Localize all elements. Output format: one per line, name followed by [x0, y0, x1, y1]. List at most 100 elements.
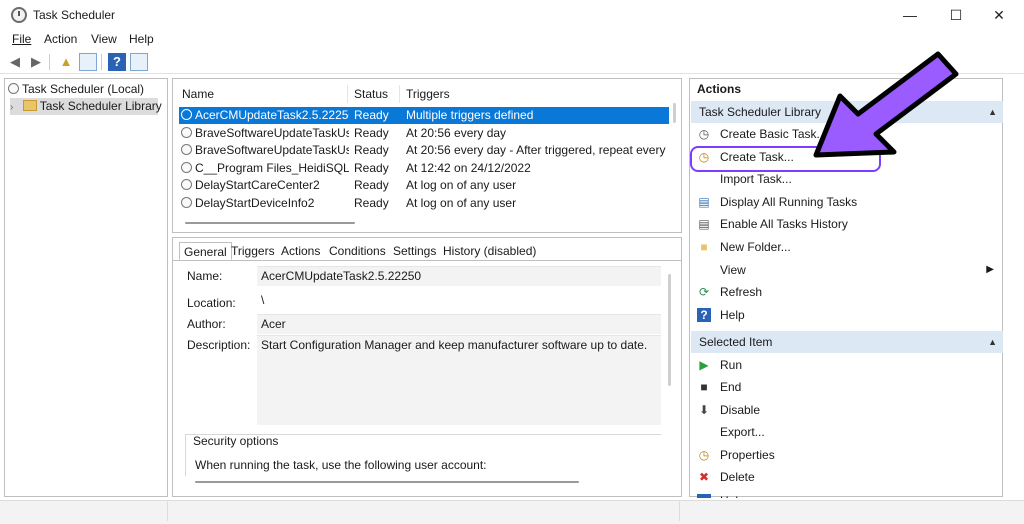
tree-item-library[interactable]: › Task Scheduler Library	[10, 98, 162, 115]
clock-icon	[8, 83, 19, 94]
description-field[interactable]: Start Configuration Manager and keep man…	[257, 335, 661, 425]
task-status: Ready	[354, 108, 389, 122]
menu-file[interactable]: File	[12, 32, 31, 46]
tab-history-disabled[interactable]: History (disabled)	[439, 242, 540, 260]
action-properties[interactable]: ◷ Properties	[690, 444, 1002, 466]
clock-app-icon	[11, 7, 27, 23]
action-display-all-running-tasks[interactable]: ▤ Display All Running Tasks	[690, 191, 1002, 213]
task-row[interactable]: BraveSoftwareUpdateTaskUs... Ready At 20:5…	[179, 142, 669, 159]
description-label: Description:	[187, 338, 251, 352]
show-hide-tree-icon[interactable]	[79, 53, 97, 71]
section-header-selected-item[interactable]: Selected Item ▲	[691, 331, 1003, 353]
task-name-cell: DelayStartCareCenter2	[181, 177, 349, 194]
clock-icon	[181, 196, 192, 208]
close-button[interactable]: ✕	[976, 0, 1022, 30]
task-name: DelayStartDeviceInfo2	[195, 195, 315, 210]
task-list: Name Status Triggers AcerCMUpdateTask2.5…	[172, 78, 682, 233]
maximize-button[interactable]: ☐	[933, 0, 979, 30]
forward-arrow-icon[interactable]: ▶	[27, 53, 45, 71]
menu-help[interactable]: Help	[129, 32, 154, 46]
action-new-folder[interactable]: ■ New Folder...	[690, 236, 1002, 258]
tab-settings[interactable]: Settings	[389, 242, 440, 260]
task-row[interactable]: DelayStartCareCenter2 Ready At log on of a…	[179, 177, 669, 194]
tree-item-root[interactable]: Task Scheduler (Local)	[8, 81, 144, 98]
task-list-horizontal-scrollbar[interactable]	[185, 222, 355, 224]
name-label: Name:	[187, 269, 223, 283]
action-help-partial[interactable]: Help	[690, 490, 1002, 498]
column-header-status[interactable]: Status	[348, 85, 400, 103]
security-options-text: When running the task, use the following…	[195, 458, 487, 472]
action-disable[interactable]: ⬇ Disable	[690, 399, 1002, 421]
menu-view[interactable]: View	[91, 32, 117, 46]
tab-triggers[interactable]: Triggers	[227, 242, 279, 260]
show-hide-action-pane-icon[interactable]	[130, 53, 148, 71]
task-status: Ready	[354, 178, 389, 192]
task-name-cell: C__Program Files_HeidiSQL_...	[181, 160, 349, 177]
task-row[interactable]: C__Program Files_HeidiSQL_... Ready At 12:…	[179, 160, 669, 177]
action-end[interactable]: ■ End	[690, 376, 1002, 398]
menu-file-label: File	[12, 32, 32, 46]
help-icon	[697, 494, 711, 498]
task-name: C__Program Files_HeidiSQL_...	[195, 160, 349, 175]
help-icon: ?	[697, 307, 711, 322]
action-view[interactable]: View ▶	[690, 259, 1002, 281]
toolbar-divider	[49, 54, 50, 70]
tab-actions[interactable]: Actions	[277, 242, 324, 260]
action-label: Refresh	[720, 285, 763, 300]
column-header-name[interactable]: Name	[176, 85, 348, 103]
task-row[interactable]: BraveSoftwareUpdateTaskUs... Ready At 20:5…	[179, 125, 669, 142]
action-label: Run	[720, 358, 743, 372]
toolbar-divider	[101, 54, 102, 70]
author-field[interactable]: Acer	[257, 314, 661, 334]
column-header-triggers[interactable]: Triggers	[400, 85, 670, 103]
help-icon[interactable]: ?	[108, 53, 126, 71]
tree-root-label: Task Scheduler (Local)	[22, 82, 145, 96]
task-details: General Triggers Actions Conditions Settings…	[172, 237, 682, 497]
action-label: End	[720, 380, 742, 395]
create-basic-task-icon: ◷	[698, 127, 710, 141]
action-help[interactable]: ? Help	[690, 304, 1002, 326]
running-tasks-icon: ▤	[698, 194, 710, 209]
security-options-heading: Security options	[193, 434, 279, 448]
minimize-button[interactable]: —	[887, 0, 933, 30]
task-triggers: At 20:56 every day - After triggered, re…	[406, 143, 669, 157]
action-enable-all-tasks-history[interactable]: ▤ Enable All Tasks History	[690, 213, 1002, 235]
action-label: Display All Running Tasks	[720, 194, 858, 209]
action-export[interactable]: Export...	[690, 421, 1002, 443]
task-status: Ready	[354, 125, 389, 140]
console-tree: Task Scheduler (Local) › Task Scheduler …	[4, 78, 168, 497]
task-status: Ready	[354, 143, 389, 157]
action-label: New Folder...	[720, 240, 791, 254]
task-name-cell: BraveSoftwareUpdateTaskUs...	[181, 125, 349, 142]
folder-up-icon[interactable]: ▲	[57, 53, 75, 71]
disable-icon: ⬇	[698, 402, 710, 417]
task-row[interactable]: DelayStartDeviceInfo2 Ready At log on of a…	[179, 195, 669, 212]
export-icon	[697, 425, 711, 439]
tab-divider	[173, 260, 681, 261]
tab-general[interactable]: General	[179, 242, 232, 260]
tab-conditions[interactable]: Conditions	[325, 242, 390, 260]
folder-icon	[22, 100, 37, 111]
action-run[interactable]: ▶ Run	[690, 354, 1002, 376]
chevron-right-icon: ›	[10, 102, 14, 113]
view-icon	[697, 263, 711, 277]
run-icon: ▶	[699, 358, 709, 372]
task-row[interactable]: AcerCMUpdateTask2.5.22250 Ready Multiple t…	[179, 107, 669, 124]
menu-action[interactable]: Action	[44, 32, 77, 46]
clock-icon	[181, 161, 192, 173]
name-field[interactable]: AcerCMUpdateTask2.5.22250	[257, 266, 661, 286]
details-horizontal-scrollbar[interactable]	[195, 481, 579, 483]
action-refresh[interactable]: ⟳ Refresh	[690, 281, 1002, 303]
status-segment	[8, 501, 168, 521]
task-name: DelayStartCareCenter2	[195, 178, 320, 192]
task-triggers: Multiple triggers defined	[406, 108, 534, 122]
task-list-vertical-scrollbar[interactable]	[673, 103, 676, 123]
task-triggers: At log on of any user	[406, 178, 517, 192]
action-label: Enable All Tasks History	[720, 217, 848, 232]
section-header-selected-label: Selected Item	[699, 335, 773, 349]
task-triggers: At 12:42 on 24/12/2022	[406, 160, 531, 175]
back-arrow-icon[interactable]: ◀	[6, 53, 24, 71]
details-vertical-scrollbar[interactable]	[668, 274, 671, 386]
action-delete[interactable]: ✖ Delete	[690, 466, 1002, 488]
task-name-cell: BraveSoftwareUpdateTaskUs...	[181, 142, 349, 159]
